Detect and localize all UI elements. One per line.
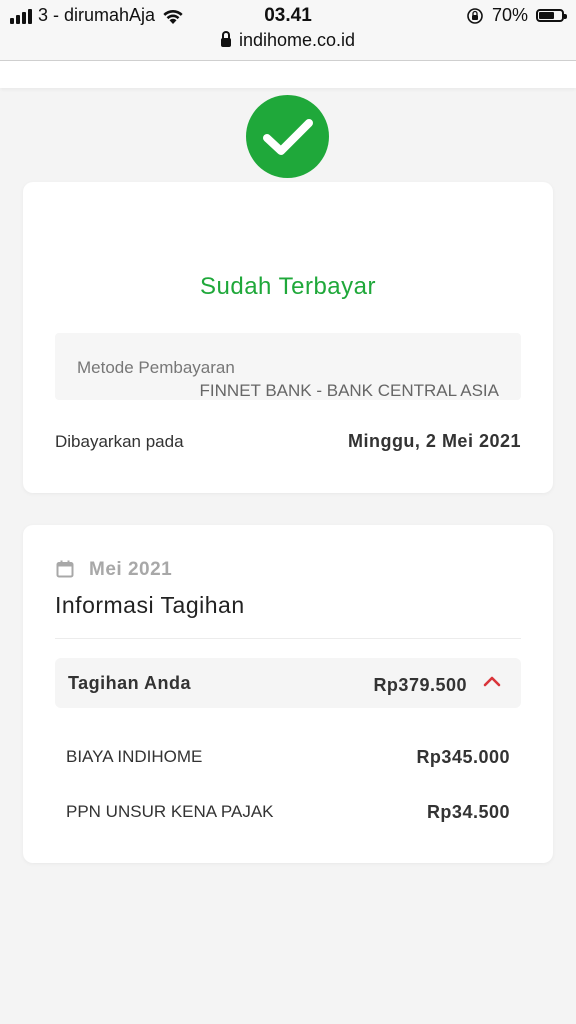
battery-percent: 70%: [491, 5, 528, 25]
bill-summary-label: Tagihan Anda: [68, 673, 191, 693]
paid-on-date: Minggu, 2 Mei 2021: [347, 431, 521, 451]
bill-item-label: BIAYA INDIHOME: [66, 747, 203, 766]
chevron-up-icon[interactable]: [483, 674, 501, 688]
bill-item-amount: Rp345.000: [416, 747, 510, 767]
checkmark-circle-icon: [246, 95, 329, 178]
paid-on-label: Dibayarkan pada: [55, 432, 184, 451]
url-text: indihome.co.id: [238, 30, 356, 50]
battery-icon: [536, 9, 567, 22]
battery-level: [539, 12, 555, 19]
address-bar[interactable]: indihome.co.id: [0, 30, 576, 51]
bill-item-label: PPN UNSUR KENA PAJAK: [66, 802, 274, 821]
payment-status: Sudah Terbayar: [199, 273, 376, 300]
checkmark-icon: [262, 118, 313, 155]
payment-method-label: Metode Pembayaran: [77, 358, 235, 377]
calendar-icon: [56, 560, 74, 578]
payment-method-value: FINNET BANK - BANK CENTRAL ASIA: [199, 381, 499, 400]
divider: [55, 638, 521, 639]
page-header-strip: [0, 61, 576, 88]
orientation-lock-icon: [467, 7, 483, 24]
billing-period: Mei 2021: [89, 559, 173, 580]
bill-summary-total: Rp379.500: [373, 675, 467, 695]
bill-item-amount: Rp34.500: [426, 802, 510, 822]
bill-summary-toggle[interactable]: Tagihan Anda Rp379.500: [55, 658, 521, 708]
payment-method-box: Metode Pembayaran FINNET BANK - BANK CEN…: [55, 333, 521, 400]
lock-icon: [220, 31, 231, 47]
status-bar: 3 - dirumahAja 03.41 70% indihome.co.id: [0, 0, 576, 61]
status-bar-right: 70%: [466, 5, 567, 26]
payment-status-card: Sudah Terbayar Metode Pembayaran FINNET …: [23, 182, 553, 493]
billing-info-card: Mei 2021 Informasi Tagihan Tagihan Anda …: [23, 525, 553, 863]
billing-title: Informasi Tagihan: [55, 592, 245, 618]
